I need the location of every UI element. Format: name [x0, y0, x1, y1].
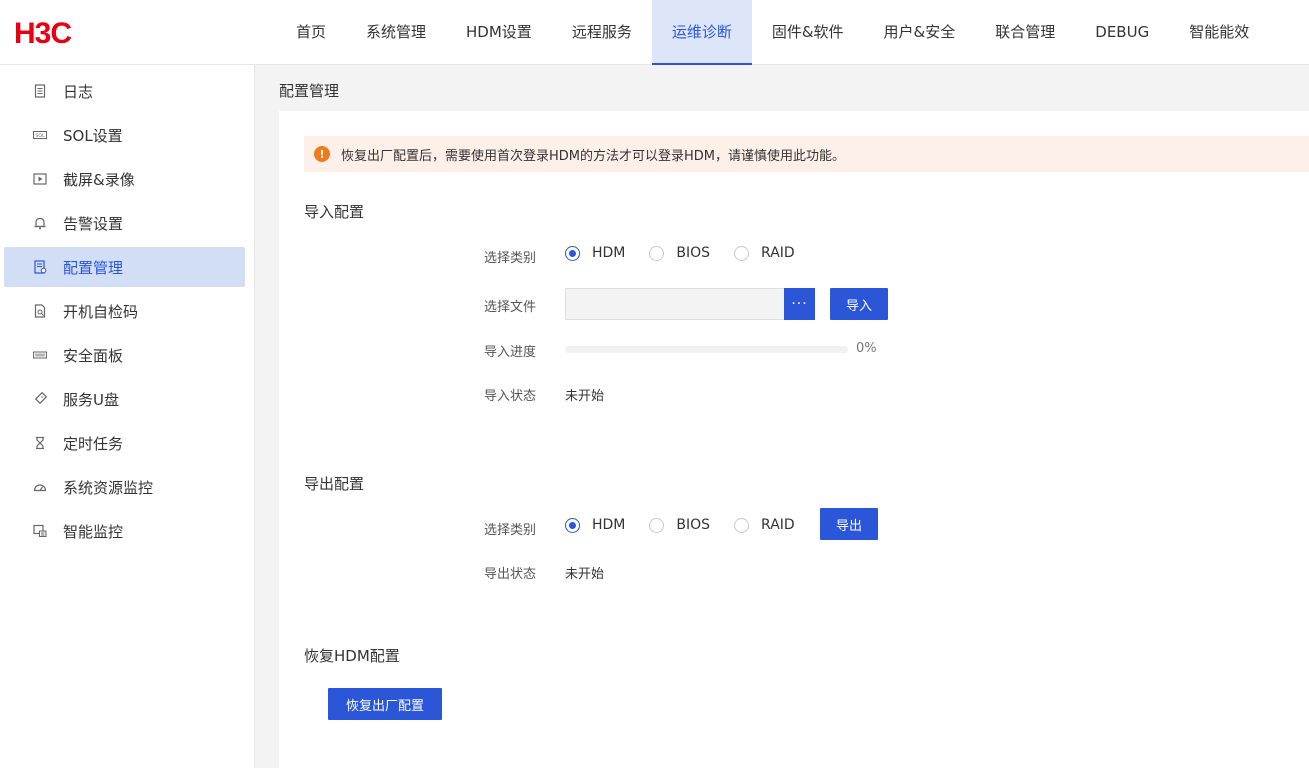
- import-category-radios: HDM BIOS RAID: [565, 245, 819, 261]
- sidebar-item-label: 系统资源监控: [63, 478, 154, 497]
- sidebar-item-label: 智能监控: [63, 522, 124, 541]
- import-progress-label: 导入进度: [484, 345, 537, 360]
- sidebar-item-sol[interactable]: SOL SOL设置: [4, 115, 245, 155]
- radio-dot: [565, 245, 580, 261]
- sidebar-item-label: 安全面板: [63, 346, 124, 365]
- radio-dot: [734, 245, 750, 261]
- radio-label: BIOS: [676, 517, 711, 533]
- radio-label: HDM: [592, 517, 626, 533]
- nav-firmware-software[interactable]: 固件&软件: [752, 0, 864, 65]
- main-panel: ! 恢复出厂配置后，需要使用首次登录HDM的方法才可以登录HDM，请谨慎使用此功…: [279, 111, 1309, 768]
- radio-label: HDM: [592, 245, 626, 261]
- sidebar-item-label: 配置管理: [63, 258, 124, 277]
- import-radio-raid[interactable]: RAID: [734, 245, 795, 261]
- sidebar-item-service-usb[interactable]: 服务U盘: [4, 379, 245, 419]
- import-radio-hdm[interactable]: HDM: [565, 245, 625, 261]
- import-status-label: 导入状态: [484, 389, 537, 404]
- import-progress-text: 0%: [856, 341, 877, 356]
- sidebar-item-alarm-settings[interactable]: 告警设置: [4, 203, 245, 243]
- warning-text: 恢复出厂配置后，需要使用首次登录HDM的方法才可以登录HDM，请谨慎使用此功能。: [341, 148, 846, 164]
- import-file-input[interactable]: [565, 288, 784, 320]
- sidebar-item-post-code[interactable]: 开机自检码: [4, 291, 245, 331]
- svg-text:SOL: SOL: [36, 133, 45, 139]
- export-button[interactable]: 导出: [820, 508, 878, 540]
- monitor-icon: [32, 523, 48, 539]
- nav-federated-management[interactable]: 联合管理: [975, 0, 1075, 65]
- warning-notice: ! 恢复出厂配置后，需要使用首次登录HDM的方法才可以登录HDM，请谨慎使用此功…: [304, 136, 1309, 172]
- page-title: 配置管理: [279, 82, 340, 100]
- export-radio-hdm[interactable]: HDM: [565, 517, 625, 533]
- nav-remote-services[interactable]: 远程服务: [552, 0, 652, 65]
- export-category-radios: HDM BIOS RAID: [565, 517, 819, 533]
- sol-icon: SOL: [32, 127, 48, 143]
- nav-debug[interactable]: DEBUG: [1075, 0, 1169, 65]
- brand-logo[interactable]: H3C: [14, 19, 72, 49]
- sidebar-item-scheduled-tasks[interactable]: 定时任务: [4, 423, 245, 463]
- sidebar-item-label: 开机自检码: [63, 302, 139, 321]
- sidebar-item-log[interactable]: 日志: [4, 71, 245, 111]
- nav-hdm-settings[interactable]: HDM设置: [446, 0, 552, 65]
- nav-maintenance-diagnosis[interactable]: 运维诊断: [651, 0, 752, 65]
- import-progress-bar: [565, 346, 848, 353]
- restore-factory-button[interactable]: 恢复出厂配置: [328, 688, 442, 720]
- export-category-label: 选择类别: [484, 523, 537, 538]
- export-status-label: 导出状态: [484, 567, 537, 582]
- import-radio-bios[interactable]: BIOS: [649, 245, 710, 261]
- sidebar-item-screenshot-video[interactable]: 截屏&录像: [4, 159, 245, 199]
- nav-smart-energy[interactable]: 智能能效: [1169, 0, 1269, 65]
- restore-section-title: 恢复HDM配置: [304, 647, 400, 665]
- import-button[interactable]: 导入: [830, 288, 888, 320]
- radio-label: BIOS: [676, 245, 711, 261]
- video-icon: [32, 171, 48, 187]
- import-status-value: 未开始: [565, 389, 605, 404]
- gauge-icon: [32, 479, 48, 495]
- log-icon: [32, 83, 48, 99]
- sidebar-item-label: 定时任务: [63, 434, 124, 453]
- radio-label: RAID: [761, 245, 795, 261]
- export-status-value: 未开始: [565, 567, 605, 582]
- browse-file-button[interactable]: ···: [784, 288, 815, 320]
- radio-dot: [649, 517, 665, 533]
- panel-icon: [32, 347, 48, 363]
- sidebar-item-label: 截屏&录像: [63, 170, 135, 189]
- post-code-icon: [32, 303, 48, 319]
- top-nav: 首页 系统管理 HDM设置 远程服务 运维诊断 固件&软件 用户&安全 联合管理…: [276, 0, 1269, 65]
- top-bar: H3C 首页 系统管理 HDM设置 远程服务 运维诊断 固件&软件 用户&安全 …: [0, 0, 1309, 65]
- nav-user-security[interactable]: 用户&安全: [864, 0, 976, 65]
- config-icon: [32, 259, 48, 275]
- radio-label: RAID: [761, 517, 795, 533]
- sidebar-item-security-panel[interactable]: 安全面板: [4, 335, 245, 375]
- import-section-title: 导入配置: [304, 203, 365, 221]
- nav-home[interactable]: 首页: [276, 0, 346, 65]
- sidebar-item-smart-monitor[interactable]: 智能监控: [4, 511, 245, 551]
- radio-dot: [734, 517, 750, 533]
- bell-icon: [32, 215, 48, 231]
- sidebar-item-config-management[interactable]: 配置管理: [4, 247, 245, 287]
- import-file-label: 选择文件: [484, 300, 537, 315]
- radio-dot: [649, 245, 665, 261]
- export-radio-raid[interactable]: RAID: [734, 517, 795, 533]
- sidebar-item-label: 日志: [63, 82, 94, 101]
- usb-icon: [32, 391, 48, 407]
- sidebar-item-label: SOL设置: [63, 126, 123, 145]
- sidebar-item-label: 服务U盘: [63, 390, 119, 409]
- import-category-label: 选择类别: [484, 251, 537, 266]
- export-section-title: 导出配置: [304, 475, 365, 493]
- sidebar-item-resource-monitor[interactable]: 系统资源监控: [4, 467, 245, 507]
- sidebar: 日志 SOL SOL设置 截屏&录像 告警设置 配置管理 开机自检码 安全面板 …: [0, 65, 255, 768]
- nav-system-management[interactable]: 系统管理: [346, 0, 446, 65]
- radio-dot: [565, 517, 580, 533]
- hourglass-icon: [32, 435, 48, 451]
- sidebar-item-label: 告警设置: [63, 214, 124, 233]
- export-radio-bios[interactable]: BIOS: [649, 517, 710, 533]
- warning-icon: !: [314, 146, 330, 162]
